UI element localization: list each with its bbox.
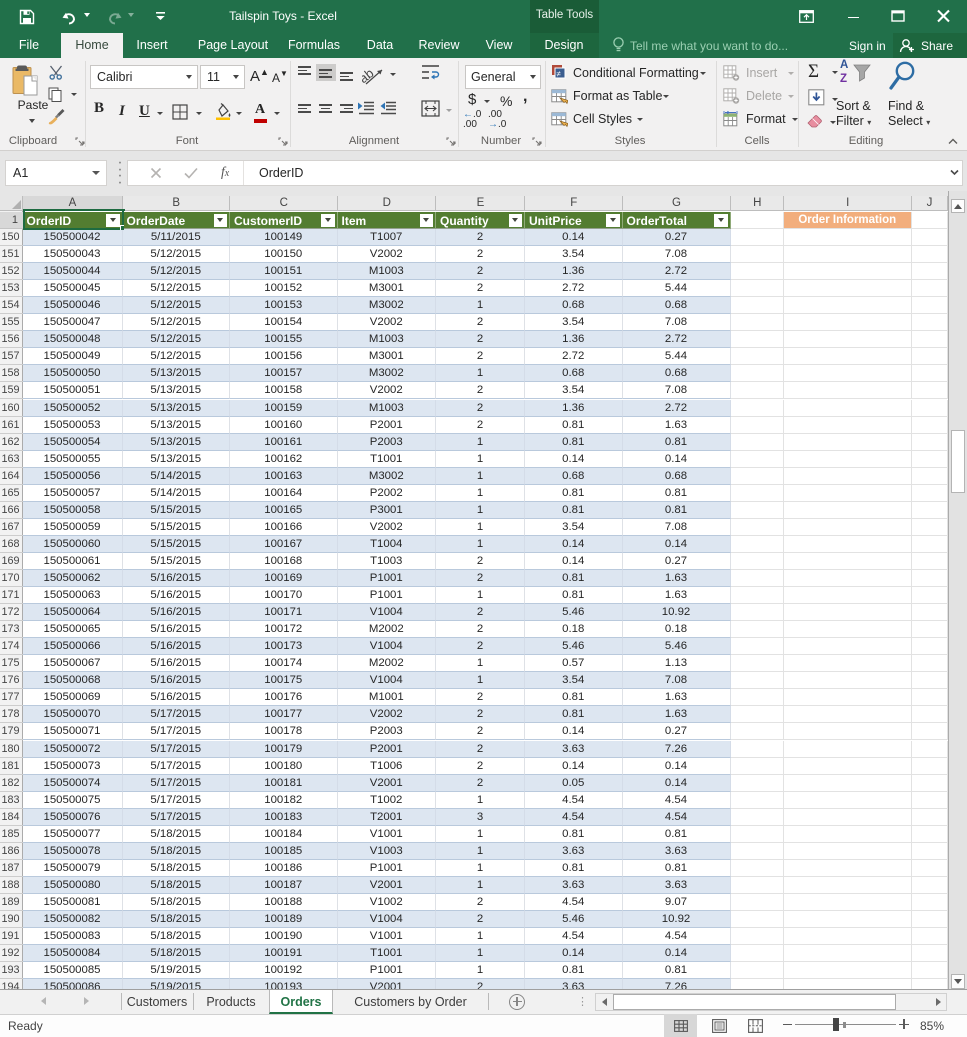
svg-text:ab: ab: [362, 65, 377, 86]
svg-text:≠: ≠: [557, 70, 562, 79]
